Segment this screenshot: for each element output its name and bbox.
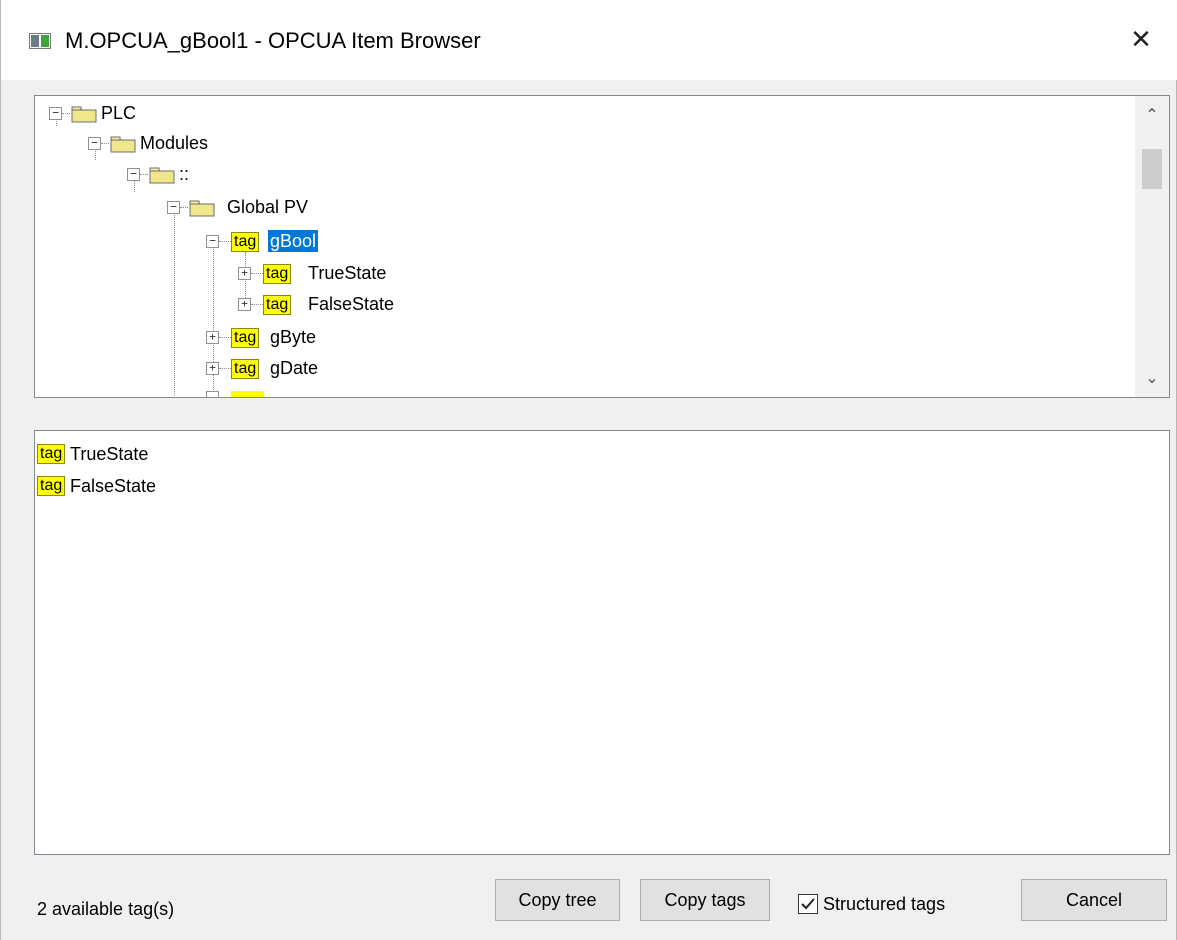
expand-icon[interactable]: + [206, 331, 219, 344]
scroll-thumb[interactable] [1142, 149, 1162, 189]
expand-icon[interactable]: + [238, 267, 251, 280]
tree-node-label: TrueState [308, 263, 387, 283]
list-item-label: TrueState [70, 444, 149, 464]
scroll-down-icon[interactable]: ⌄ [1135, 361, 1169, 395]
cancel-button[interactable]: Cancel [1021, 879, 1167, 921]
status-text: 2 available tag(s) [37, 899, 175, 919]
collapse-icon[interactable]: − [49, 107, 62, 120]
close-button[interactable]: ✕ [1111, 14, 1171, 66]
folder-icon [149, 167, 175, 184]
app-icon [29, 33, 51, 49]
copy-tags-button[interactable]: Copy tags [640, 879, 770, 921]
folder-icon [189, 200, 215, 217]
window-title: M.OPCUA_gBool1 - OPCUA Item Browser [65, 28, 481, 53]
expand-icon[interactable]: + [238, 298, 251, 311]
tree-node-label: FalseState [308, 294, 395, 314]
tree-node-label: Global PV [227, 197, 309, 217]
tree-node-label: gByte [270, 327, 317, 347]
checkmark-icon [801, 898, 815, 910]
collapse-icon[interactable]: − [88, 137, 101, 150]
checkbox-label: Structured tags [823, 894, 946, 914]
tag-icon [231, 391, 264, 397]
opcua-item-browser-window: M.OPCUA_gBool1 - OPCUA Item Browser ✕ − … [0, 0, 1177, 940]
scroll-up-icon[interactable]: ⌃ [1135, 98, 1169, 132]
list-item-label: FalseState [70, 476, 157, 496]
tag-icon: tag [263, 295, 292, 315]
collapse-icon[interactable]: − [167, 201, 180, 214]
expand-icon[interactable] [206, 391, 219, 397]
collapse-icon[interactable]: − [206, 235, 219, 248]
tree-node-label: :: [179, 164, 190, 184]
tree-node-label: PLC [101, 103, 137, 123]
expand-icon[interactable]: + [206, 362, 219, 375]
title-bar: M.OPCUA_gBool1 - OPCUA Item Browser ✕ [1, 0, 1177, 80]
tag-icon: tag [231, 232, 260, 252]
copy-tree-button[interactable]: Copy tree [495, 879, 620, 921]
tag-icon: tag [231, 359, 260, 379]
tag-list[interactable]: tag TrueState tag FalseState [34, 430, 1170, 855]
tree-node-label: Modules [140, 133, 209, 153]
tree-view[interactable]: − PLC − Modules − :: − Global PV − tag g… [34, 95, 1170, 398]
collapse-icon[interactable]: − [127, 168, 140, 181]
tag-icon: tag [37, 476, 66, 496]
folder-icon [71, 106, 97, 123]
tag-icon: tag [231, 328, 260, 348]
tag-icon: tag [263, 264, 292, 284]
folder-icon [110, 136, 136, 153]
tag-icon: tag [37, 444, 66, 464]
checkbox-box[interactable] [798, 894, 818, 914]
tree-node-label: gDate [270, 358, 319, 378]
tree-vertical-scrollbar[interactable]: ⌃ ⌄ [1135, 96, 1169, 397]
tree-node-label: gBool [266, 229, 320, 253]
